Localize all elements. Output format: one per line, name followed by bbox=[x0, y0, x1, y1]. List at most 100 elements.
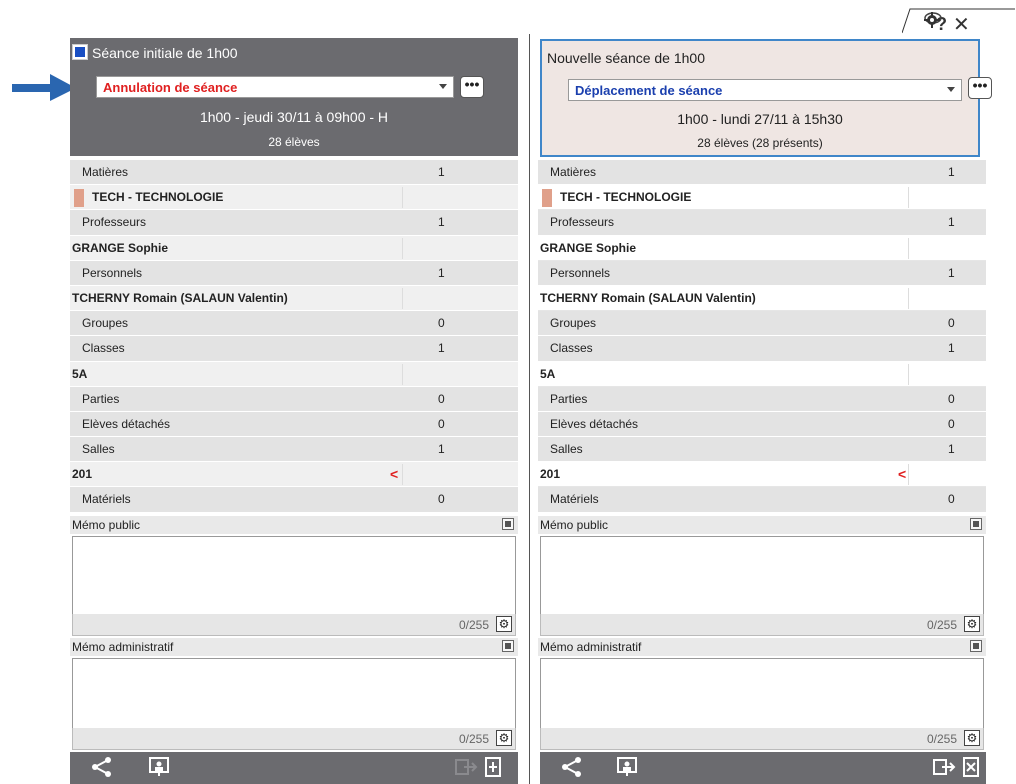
category-row[interactable]: Professeurs 1 bbox=[70, 210, 518, 236]
row-text: Personnels bbox=[82, 265, 143, 280]
memo-admin-footer: 0/255 ⚙ bbox=[540, 728, 984, 750]
chevron-down-icon bbox=[439, 84, 447, 89]
edit-icon[interactable] bbox=[970, 518, 982, 530]
category-label: Groupes bbox=[538, 316, 596, 330]
row-text: Salles bbox=[550, 442, 583, 457]
gear-icon[interactable]: ⚙ bbox=[964, 730, 980, 746]
category-row[interactable]: Groupes 0 bbox=[538, 311, 986, 337]
presentation-icon[interactable] bbox=[148, 756, 170, 781]
memo-admin-counter: 0/255 bbox=[926, 732, 957, 746]
row-text: 201 bbox=[72, 467, 93, 482]
category-row[interactable]: Matières 1 bbox=[538, 160, 986, 186]
resource-row[interactable]: 201 < bbox=[538, 462, 986, 488]
category-label: Salles bbox=[70, 442, 115, 456]
resource-row[interactable]: 5A bbox=[538, 361, 986, 387]
memo-admin-textarea[interactable] bbox=[72, 658, 516, 730]
close-icon[interactable]: ✕ bbox=[953, 12, 970, 37]
action-select[interactable]: Annulation de séance bbox=[96, 76, 454, 98]
category-row[interactable]: Elèves détachés 0 bbox=[538, 411, 986, 438]
category-row[interactable]: Elèves détachés 0 bbox=[70, 411, 518, 438]
memo-public-header: Mémo public bbox=[70, 516, 518, 534]
resource-row[interactable]: 201 < bbox=[70, 462, 518, 488]
resource-row[interactable]: 5A bbox=[70, 361, 518, 387]
category-row[interactable]: Matières 1 bbox=[70, 160, 518, 186]
share-icon[interactable] bbox=[560, 756, 584, 781]
row-text: Matières bbox=[82, 165, 129, 179]
row-count: 1 bbox=[948, 215, 955, 230]
row-count: 0 bbox=[948, 416, 955, 431]
edit-icon[interactable] bbox=[970, 640, 982, 652]
resource-row[interactable]: GRANGE Sophie bbox=[538, 235, 986, 261]
column-divider bbox=[908, 187, 909, 209]
category-row[interactable]: Classes 1 bbox=[70, 336, 518, 362]
category-row[interactable]: Salles 1 bbox=[70, 437, 518, 463]
chevron-left-icon[interactable]: < bbox=[390, 462, 398, 487]
more-options-button[interactable]: ••• bbox=[460, 76, 484, 98]
resource-row[interactable]: TCHERNY Romain (SALAUN Valentin) bbox=[538, 285, 986, 312]
row-text: Professeurs bbox=[550, 215, 615, 230]
category-row[interactable]: Salles 1 bbox=[538, 437, 986, 463]
memo-public-textarea[interactable] bbox=[72, 536, 516, 616]
resource-row[interactable]: TECH - TECHNOLOGIE bbox=[70, 185, 518, 211]
category-label: Groupes bbox=[70, 316, 128, 330]
category-row[interactable]: Groupes 0 bbox=[70, 311, 518, 337]
subject-color-swatch bbox=[74, 189, 84, 208]
category-row[interactable]: Matériels 0 bbox=[70, 487, 518, 513]
row-count: 0 bbox=[438, 416, 445, 431]
row-text: TECH - TECHNOLOGIE bbox=[92, 190, 224, 205]
resource-label: GRANGE Sophie bbox=[538, 241, 636, 255]
chevron-down-icon bbox=[947, 87, 955, 92]
edit-icon[interactable] bbox=[502, 640, 514, 652]
memo-public-textarea[interactable] bbox=[540, 536, 984, 616]
arrow-annotation-icon bbox=[10, 70, 78, 107]
category-row[interactable]: Personnels 1 bbox=[70, 260, 518, 286]
resource-label: GRANGE Sophie bbox=[70, 241, 168, 255]
initial-session-header: Séance initiale de 1h00 Annulation de sé… bbox=[70, 38, 518, 156]
row-text: Parties bbox=[550, 391, 588, 406]
selection-checkbox[interactable] bbox=[72, 44, 88, 60]
category-label: Elèves détachés bbox=[70, 417, 170, 431]
resource-label: TECH - TECHNOLOGIE bbox=[538, 189, 691, 208]
share-icon[interactable] bbox=[90, 756, 114, 781]
import-icon[interactable] bbox=[960, 756, 982, 781]
chevron-left-icon[interactable]: < bbox=[898, 462, 906, 487]
resource-row[interactable]: TECH - TECHNOLOGIE bbox=[538, 185, 986, 211]
row-count: 0 bbox=[948, 316, 955, 331]
category-row[interactable]: Professeurs 1 bbox=[538, 210, 986, 236]
category-row[interactable]: Classes 1 bbox=[538, 336, 986, 362]
session-datetime: 1h00 - jeudi 30/11 à 09h00 - H bbox=[199, 109, 389, 125]
memo-admin-header: Mémo administratif bbox=[538, 638, 986, 656]
edit-icon[interactable] bbox=[502, 518, 514, 530]
resource-row[interactable]: TCHERNY Romain (SALAUN Valentin) bbox=[70, 285, 518, 312]
row-text: 5A bbox=[72, 366, 88, 381]
new-session-panel: Nouvelle séance de 1h00 Déplacement de s… bbox=[538, 38, 992, 784]
more-options-button[interactable]: ••• bbox=[968, 77, 992, 99]
row-text: Groupes bbox=[550, 316, 597, 331]
student-count: 28 élèves bbox=[268, 135, 320, 149]
row-text: Matériels bbox=[82, 492, 131, 507]
column-divider bbox=[402, 237, 403, 259]
new-session-title: Nouvelle séance de 1h00 bbox=[547, 50, 706, 66]
gear-icon[interactable]: ⚙ bbox=[496, 730, 512, 746]
export-icon[interactable] bbox=[932, 756, 956, 781]
presentation-icon[interactable] bbox=[616, 756, 638, 781]
category-row[interactable]: Matériels 0 bbox=[538, 487, 986, 513]
import-icon[interactable] bbox=[482, 756, 504, 781]
row-count: 0 bbox=[438, 492, 445, 507]
resource-row[interactable]: GRANGE Sophie bbox=[70, 235, 518, 261]
row-count: 0 bbox=[438, 316, 445, 331]
resource-label: 5A bbox=[70, 367, 87, 381]
category-row[interactable]: Parties 0 bbox=[538, 386, 986, 412]
category-label: Matières bbox=[70, 165, 128, 179]
memo-admin-textarea[interactable] bbox=[540, 658, 984, 730]
row-count: 1 bbox=[438, 341, 445, 356]
new-session-header: Nouvelle séance de 1h00 Déplacement de s… bbox=[540, 39, 992, 157]
resource-list: Matières 1 TECH - TECHNOLOGIE Professeurs 1 G… bbox=[538, 160, 986, 513]
category-row[interactable]: Parties 0 bbox=[70, 386, 518, 412]
gear-icon[interactable]: ⚙ bbox=[496, 616, 512, 632]
column-divider bbox=[908, 363, 909, 385]
category-row[interactable]: Personnels 1 bbox=[538, 260, 986, 286]
gear-icon[interactable]: ⚙ bbox=[964, 616, 980, 632]
action-select-value: Déplacement de séance bbox=[575, 83, 723, 98]
action-select[interactable]: Déplacement de séance bbox=[568, 79, 962, 101]
